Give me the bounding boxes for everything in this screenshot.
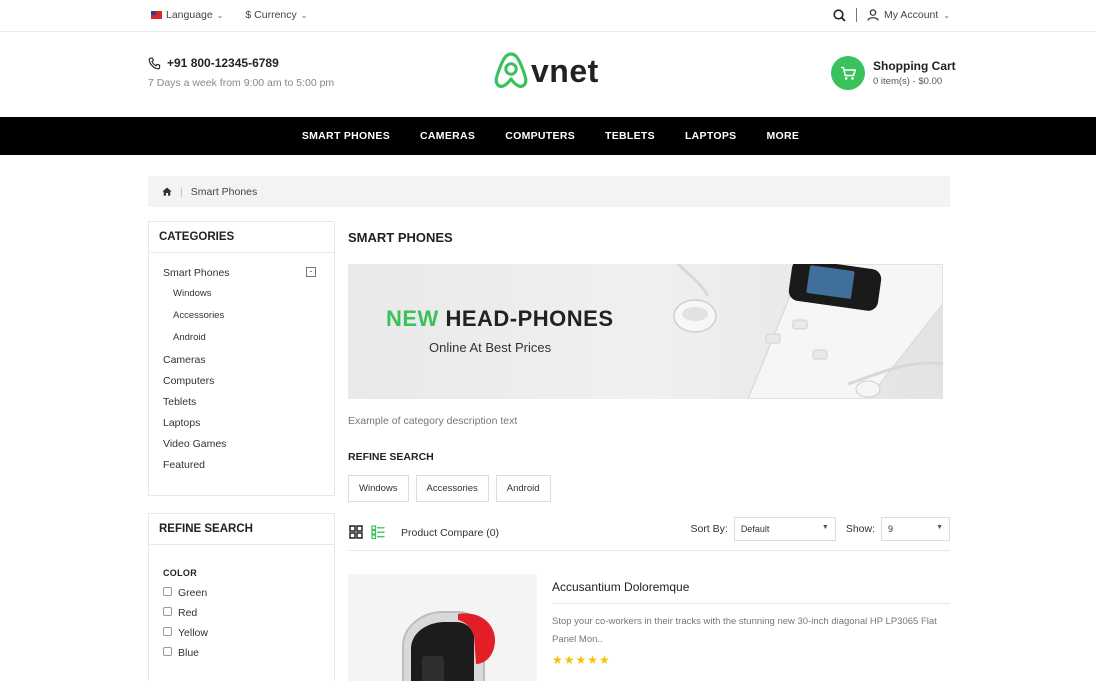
dropdown-caret-icon: ▼ — [821, 524, 829, 531]
site-logo[interactable]: vnet — [492, 50, 599, 92]
color-label: Yellow — [178, 627, 208, 639]
checkbox[interactable] — [163, 586, 172, 596]
my-account-menu[interactable]: My Account ⌄ — [867, 9, 950, 21]
main-nav: SMART PHONES CAMERAS COMPUTERS TEBLETS L… — [0, 117, 1096, 155]
sort-by-label: Sort By: — [690, 523, 728, 535]
product-image[interactable] — [348, 574, 537, 681]
color-option-red[interactable]: Red — [163, 606, 334, 619]
color-option-yellow[interactable]: Yellow — [163, 626, 334, 639]
home-icon[interactable] — [162, 187, 172, 196]
banner-headline-text: HEAD-PHONES — [445, 306, 614, 331]
color-option-blue[interactable]: Blue — [163, 646, 334, 659]
nav-item-laptops[interactable]: LAPTOPS — [685, 130, 737, 142]
subcategory-android[interactable]: Android — [163, 332, 334, 343]
logo-mark-icon — [494, 52, 528, 88]
shopping-cart[interactable]: Shopping Cart 0 item(s) - $0.00 — [831, 56, 956, 90]
sort-by-value: Default — [740, 524, 770, 534]
dropdown-caret-icon: ▼ — [936, 524, 943, 531]
refine-search-heading: REFINE SEARCH — [348, 451, 434, 463]
nav-item-more[interactable]: MORE — [766, 130, 799, 142]
subcategory-accessories[interactable]: Accessories — [163, 310, 334, 321]
show-value: 9 — [888, 524, 894, 534]
product-toolbar: Product Compare (0) Sort By: Default ▼ S… — [348, 517, 950, 551]
currency-selector[interactable]: $ Currency ⌄ — [245, 9, 307, 21]
checkbox[interactable] — [163, 646, 172, 656]
sort-by-select[interactable]: Default ▼ — [733, 517, 836, 541]
refine-chip-accessories[interactable]: Accessories — [415, 475, 489, 502]
color-filter-title: COLOR — [163, 568, 197, 578]
grid-view-icon[interactable] — [349, 525, 363, 539]
product-compare-link[interactable]: Product Compare (0) — [401, 527, 499, 539]
nav-item-smart-phones[interactable]: SMART PHONES — [302, 130, 390, 142]
product-info: Accusantium Doloremque Stop your co-work… — [552, 580, 950, 667]
cart-icon — [840, 66, 856, 80]
currency-label: $ Currency — [245, 9, 297, 21]
checkbox[interactable] — [163, 626, 172, 636]
refine-search-panel: REFINE SEARCH COLOR Green Red Yellow Blu… — [148, 513, 335, 681]
refine-chip-android[interactable]: Android — [495, 475, 551, 502]
language-label: Language — [166, 9, 213, 21]
divider — [856, 8, 858, 22]
nav-item-computers[interactable]: COMPUTERS — [505, 130, 575, 142]
user-icon — [867, 9, 879, 21]
color-option-green[interactable]: Green — [163, 586, 334, 599]
category-computers[interactable]: Computers — [163, 375, 334, 387]
opening-hours: 7 Days a week from 9:00 am to 5:00 pm — [148, 77, 335, 89]
checkbox[interactable] — [163, 606, 172, 616]
refine-search-title: REFINE SEARCH — [149, 514, 334, 545]
top-bar: Language ⌄ $ Currency ⌄ My Account ⌄ — [0, 0, 1096, 32]
my-account-label: My Account — [884, 9, 939, 21]
nav-item-cameras[interactable]: CAMERAS — [420, 130, 475, 142]
category-teblets[interactable]: Teblets — [163, 396, 334, 408]
chevron-down-icon: ⌄ — [943, 10, 950, 20]
cart-icon-circle — [831, 56, 865, 90]
category-video-games[interactable]: Video Games — [163, 438, 334, 450]
search-icon[interactable] — [833, 8, 846, 22]
show-label: Show: — [845, 523, 875, 535]
breadcrumb: | Smart Phones — [148, 176, 950, 207]
categories-title: CATEGORIES — [149, 222, 334, 253]
phone-icon — [148, 57, 161, 69]
logo-text: vnet — [531, 52, 599, 89]
cart-summary: 0 item(s) - $0.00 — [873, 76, 943, 87]
categories-panel: CATEGORIES Smart Phones - Windows Accesso… — [148, 221, 335, 496]
cart-title: Shopping Cart — [873, 59, 956, 73]
refine-chip-windows[interactable]: Windows — [348, 475, 409, 502]
color-label: Blue — [178, 647, 200, 659]
category-description: Example of category description text — [348, 415, 518, 427]
phone-number: +91 800-12345-6789 — [167, 56, 279, 70]
collapse-icon[interactable]: - — [306, 267, 316, 277]
contact-info: +91 800-12345-6789 7 Days a week from 9:… — [148, 56, 334, 89]
color-label: Red — [178, 607, 198, 619]
page-title: SMART PHONES — [348, 230, 453, 245]
color-label: Green — [178, 587, 208, 599]
breadcrumb-current[interactable]: Smart Phones — [191, 186, 258, 198]
main-content: SMART PHONES NEW HEAD-PHONES Online At B… — [348, 222, 950, 681]
nav-item-teblets[interactable]: TEBLETS — [605, 130, 655, 142]
banner-new-label: NEW — [386, 306, 439, 331]
chevron-down-icon: ⌄ — [300, 10, 308, 20]
smart-band-image — [402, 611, 496, 681]
category-laptops[interactable]: Laptops — [163, 417, 334, 429]
category-banner[interactable]: NEW HEAD-PHONES Online At Best Prices — [348, 264, 943, 399]
breadcrumb-separator: | — [180, 185, 183, 198]
subcategory-windows[interactable]: Windows — [163, 288, 334, 299]
category-smart-phones[interactable]: Smart Phones - — [163, 267, 334, 279]
product-description: Stop your co-workers in their tracks wit… — [552, 616, 937, 645]
banner-headline: NEW HEAD-PHONES — [386, 306, 614, 332]
flag-icon — [151, 11, 162, 19]
category-featured[interactable]: Featured — [163, 459, 334, 471]
chevron-down-icon: ⌄ — [216, 10, 224, 20]
show-select[interactable]: 9 ▼ — [881, 517, 950, 541]
refine-search-chips: Windows Accessories Android — [348, 475, 551, 502]
rating-stars: ★★★★★ — [552, 653, 611, 667]
category-cameras[interactable]: Cameras — [163, 354, 334, 366]
list-view-icon[interactable] — [371, 525, 385, 539]
header: +91 800-12345-6789 7 Days a week from 9:… — [0, 32, 1096, 117]
language-selector[interactable]: Language ⌄ — [151, 9, 223, 21]
banner-tagline: Online At Best Prices — [429, 340, 552, 355]
category-label: Smart Phones — [163, 267, 230, 279]
product-name[interactable]: Accusantium Doloremque — [552, 580, 950, 604]
